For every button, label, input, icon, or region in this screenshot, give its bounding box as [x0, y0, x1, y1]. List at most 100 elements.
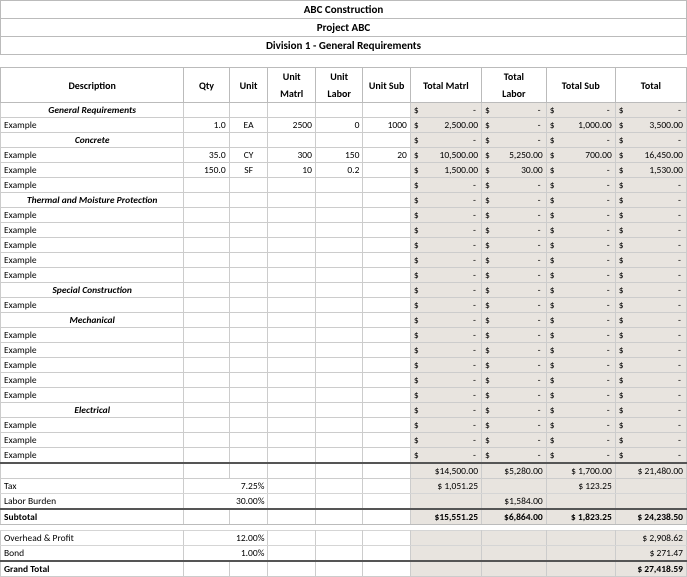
unit-labor-cell[interactable] — [315, 178, 362, 193]
unit-cell[interactable] — [229, 268, 268, 283]
qty-cell[interactable] — [184, 343, 229, 358]
description-cell[interactable]: Example — [1, 223, 184, 238]
qty-cell[interactable] — [184, 238, 229, 253]
description-cell[interactable]: Example — [1, 253, 184, 268]
description-cell[interactable]: Example — [1, 448, 184, 464]
description-cell[interactable]: Example — [1, 343, 184, 358]
unit-cell[interactable] — [229, 283, 268, 298]
description-cell[interactable]: Example — [1, 208, 184, 223]
qty-cell[interactable] — [184, 268, 229, 283]
description-cell[interactable]: Example — [1, 328, 184, 343]
qty-cell[interactable] — [184, 193, 229, 208]
unit-labor-cell[interactable] — [315, 223, 362, 238]
unit-labor-cell[interactable] — [315, 313, 362, 328]
qty-cell[interactable] — [184, 298, 229, 313]
unit-labor-cell[interactable] — [315, 373, 362, 388]
unit-matrl-cell[interactable] — [268, 133, 315, 148]
description-cell[interactable]: Example — [1, 373, 184, 388]
unit-matrl-cell[interactable] — [268, 193, 315, 208]
qty-cell[interactable] — [184, 448, 229, 464]
unit-sub-cell[interactable] — [363, 358, 410, 373]
unit-sub-cell[interactable]: 1000 — [363, 118, 410, 133]
op-pct[interactable]: 12.00% — [184, 531, 268, 546]
unit-matrl-cell[interactable] — [268, 178, 315, 193]
unit-matrl-cell[interactable] — [268, 448, 315, 464]
unit-matrl-cell[interactable] — [268, 418, 315, 433]
unit-cell[interactable] — [229, 313, 268, 328]
unit-sub-cell[interactable] — [363, 403, 410, 418]
unit-labor-cell[interactable] — [315, 448, 362, 464]
unit-labor-cell[interactable] — [315, 283, 362, 298]
unit-cell[interactable] — [229, 328, 268, 343]
unit-sub-cell[interactable] — [363, 253, 410, 268]
tax-pct[interactable]: 7.25% — [184, 479, 268, 494]
unit-cell[interactable]: SF — [229, 163, 268, 178]
unit-matrl-cell[interactable] — [268, 283, 315, 298]
qty-cell[interactable] — [184, 133, 229, 148]
description-cell[interactable]: Example — [1, 178, 184, 193]
qty-cell[interactable] — [184, 223, 229, 238]
qty-cell[interactable]: 35.0 — [184, 148, 229, 163]
unit-sub-cell[interactable] — [363, 448, 410, 464]
unit-labor-cell[interactable] — [315, 433, 362, 448]
qty-cell[interactable] — [184, 418, 229, 433]
unit-matrl-cell[interactable] — [268, 358, 315, 373]
unit-cell[interactable] — [229, 298, 268, 313]
qty-cell[interactable] — [184, 178, 229, 193]
unit-labor-cell[interactable] — [315, 388, 362, 403]
unit-matrl-cell[interactable] — [268, 253, 315, 268]
unit-cell[interactable] — [229, 418, 268, 433]
unit-cell[interactable] — [229, 133, 268, 148]
unit-cell[interactable] — [229, 403, 268, 418]
unit-labor-cell[interactable]: 150 — [315, 148, 362, 163]
qty-cell[interactable] — [184, 358, 229, 373]
unit-sub-cell[interactable] — [363, 283, 410, 298]
unit-labor-cell[interactable] — [315, 418, 362, 433]
qty-cell[interactable] — [184, 403, 229, 418]
qty-cell[interactable] — [184, 283, 229, 298]
unit-matrl-cell[interactable] — [268, 268, 315, 283]
qty-cell[interactable] — [184, 103, 229, 118]
unit-sub-cell[interactable] — [363, 178, 410, 193]
unit-matrl-cell[interactable] — [268, 388, 315, 403]
unit-matrl-cell[interactable] — [268, 313, 315, 328]
unit-matrl-cell[interactable] — [268, 343, 315, 358]
unit-matrl-cell[interactable] — [268, 223, 315, 238]
unit-labor-cell[interactable]: 0.2 — [315, 163, 362, 178]
description-cell[interactable]: Example — [1, 268, 184, 283]
unit-sub-cell[interactable] — [363, 373, 410, 388]
unit-labor-cell[interactable] — [315, 208, 362, 223]
unit-cell[interactable] — [229, 103, 268, 118]
unit-labor-cell[interactable] — [315, 403, 362, 418]
unit-sub-cell[interactable] — [363, 388, 410, 403]
unit-cell[interactable] — [229, 178, 268, 193]
unit-labor-cell[interactable] — [315, 193, 362, 208]
qty-cell[interactable] — [184, 328, 229, 343]
unit-sub-cell[interactable] — [363, 343, 410, 358]
unit-sub-cell[interactable] — [363, 313, 410, 328]
unit-sub-cell[interactable] — [363, 298, 410, 313]
description-cell[interactable]: Example — [1, 298, 184, 313]
unit-cell[interactable] — [229, 373, 268, 388]
qty-cell[interactable]: 1.0 — [184, 118, 229, 133]
unit-labor-cell[interactable] — [315, 133, 362, 148]
unit-cell[interactable]: EA — [229, 118, 268, 133]
unit-cell[interactable] — [229, 343, 268, 358]
burden-pct[interactable]: 30.00% — [184, 494, 268, 510]
unit-labor-cell[interactable] — [315, 253, 362, 268]
bond-pct[interactable]: 1.00% — [184, 546, 268, 562]
unit-matrl-cell[interactable] — [268, 403, 315, 418]
unit-matrl-cell[interactable] — [268, 238, 315, 253]
description-cell[interactable]: Example — [1, 433, 184, 448]
unit-cell[interactable] — [229, 193, 268, 208]
unit-sub-cell[interactable]: 20 — [363, 148, 410, 163]
unit-sub-cell[interactable] — [363, 223, 410, 238]
description-cell[interactable]: Example — [1, 388, 184, 403]
unit-cell[interactable] — [229, 238, 268, 253]
unit-sub-cell[interactable] — [363, 328, 410, 343]
unit-cell[interactable] — [229, 448, 268, 464]
unit-matrl-cell[interactable] — [268, 328, 315, 343]
unit-sub-cell[interactable] — [363, 133, 410, 148]
description-cell[interactable]: Example — [1, 238, 184, 253]
unit-matrl-cell[interactable]: 10 — [268, 163, 315, 178]
